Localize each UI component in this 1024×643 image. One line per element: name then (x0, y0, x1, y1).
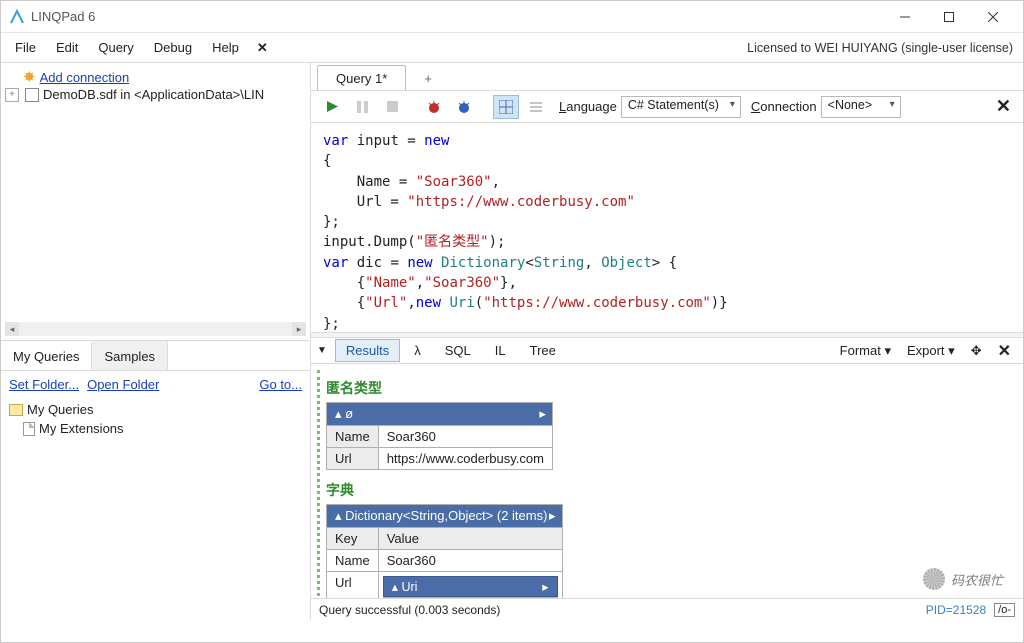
sql-tab[interactable]: SQL (435, 340, 481, 361)
table-row: NameSoar360 (327, 550, 563, 572)
add-connection-link[interactable]: Add connection (40, 70, 130, 85)
star-icon: ✸ (23, 70, 36, 85)
il-tab[interactable]: IL (485, 340, 516, 361)
minimize-button[interactable] (883, 2, 927, 32)
results-tab[interactable]: Results (335, 339, 400, 362)
statusbar: Query successful (0.003 seconds) PID=215… (311, 598, 1023, 620)
maximize-button[interactable] (927, 2, 971, 32)
language-dropdown[interactable]: C# Statement(s) (621, 96, 741, 118)
scroll-left-icon[interactable]: ◂ (5, 322, 19, 336)
query-tab-1[interactable]: Query 1* (317, 65, 406, 90)
status-message: Query successful (0.003 seconds) (319, 603, 500, 617)
window-title: LINQPad 6 (31, 9, 95, 24)
myqueries-tree: My Queries My Extensions (1, 398, 310, 440)
menu-query[interactable]: Query (88, 35, 143, 60)
code-editor[interactable]: var input = new { Name = "Soar360", Url … (311, 123, 1023, 332)
expand-icon[interactable]: ✥ (965, 341, 988, 361)
menu-file[interactable]: File (5, 35, 46, 60)
menu-help[interactable]: Help (202, 35, 249, 60)
dump2-title: 字典 (326, 480, 1011, 500)
optimize-toggle[interactable]: /o- (994, 603, 1015, 617)
stop-button[interactable] (379, 95, 405, 119)
set-folder-link[interactable]: Set Folder... (9, 377, 79, 392)
folder-icon (9, 404, 23, 416)
open-folder-link[interactable]: Open Folder (87, 377, 159, 392)
tab-my-queries[interactable]: My Queries (1, 341, 92, 370)
run-button[interactable] (319, 95, 345, 119)
export-button[interactable]: Export ▾ (901, 341, 961, 361)
dump1-table: ▴ ø▸ NameSoar360 Urlhttps://www.coderbus… (326, 402, 553, 470)
scroll-right-icon[interactable]: ▸ (292, 322, 306, 336)
tab-samples[interactable]: Samples (92, 341, 168, 370)
query-tabstrip: Query 1* + (311, 63, 1023, 91)
folder-my-queries[interactable]: My Queries (9, 400, 302, 419)
expand-icon[interactable]: + (5, 88, 19, 102)
dump1-title: 匿名类型 (326, 378, 1011, 398)
app-logo-icon (9, 9, 25, 25)
close-window-button[interactable] (971, 2, 1015, 32)
menu-debug[interactable]: Debug (144, 35, 202, 60)
grid-view-button[interactable] (493, 95, 519, 119)
titlebar: LINQPad 6 (1, 1, 1023, 33)
results-tabrow: ▼ Results λ SQL IL Tree Format ▾ Export … (311, 338, 1023, 364)
query-toolbar: Language C# Statement(s) Connection <Non… (311, 91, 1023, 123)
language-label: Language (559, 99, 617, 114)
close-query-button[interactable]: ✕ (992, 96, 1015, 117)
text-view-button[interactable] (523, 95, 549, 119)
add-connection-row[interactable]: ✸ Add connection (5, 69, 306, 86)
format-button[interactable]: Format ▾ (834, 341, 897, 361)
table-row: NameSoar360 (327, 426, 553, 448)
connections-pane: ✸ Add connection + DemoDB.sdf in <Applic… (1, 63, 310, 341)
connection-label: Connection (751, 99, 817, 114)
file-icon (23, 422, 35, 436)
lambda-tab[interactable]: λ (404, 340, 431, 361)
pid-label: PID=21528 (926, 603, 986, 617)
connection-label: DemoDB.sdf in <ApplicationData>\LIN (43, 87, 264, 102)
connection-item[interactable]: + DemoDB.sdf in <ApplicationData>\LIN (5, 86, 306, 103)
file-my-extensions[interactable]: My Extensions (9, 419, 302, 438)
debug-red-button[interactable] (421, 95, 447, 119)
close-results-button[interactable]: ✕ (992, 339, 1017, 363)
add-tab-button[interactable]: + (410, 67, 446, 90)
tree-tab[interactable]: Tree (520, 340, 566, 361)
menubar: File Edit Query Debug Help ✕ Licensed to… (1, 33, 1023, 63)
goto-link[interactable]: Go to... (259, 377, 302, 392)
myqueries-tabstrip: My Queries Samples (1, 341, 310, 371)
connection-dropdown[interactable]: <None> (821, 96, 901, 118)
database-icon (25, 88, 39, 102)
pause-button[interactable] (349, 95, 375, 119)
horizontal-scrollbar[interactable]: ◂ ▸ (5, 322, 306, 336)
collapse-icon[interactable]: ▼ (317, 345, 327, 356)
debug-blue-button[interactable] (451, 95, 477, 119)
menu-edit[interactable]: Edit (46, 35, 88, 60)
table-row: Urlhttps://www.coderbusy.com (327, 448, 553, 470)
panel-close-icon[interactable]: ✕ (249, 40, 276, 56)
results-pane[interactable]: 匿名类型 ▴ ø▸ NameSoar360 Urlhttps://www.cod… (317, 370, 1017, 614)
license-text: Licensed to WEI HUIYANG (single-user lic… (747, 41, 1019, 55)
